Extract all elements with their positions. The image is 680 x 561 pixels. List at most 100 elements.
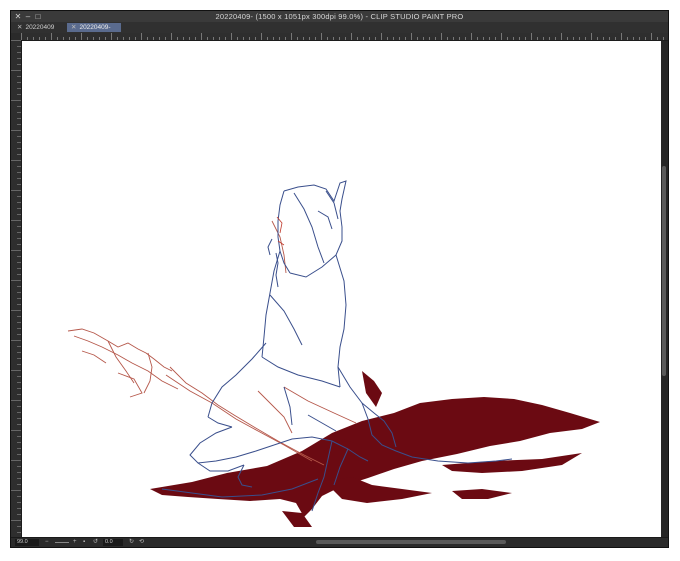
ruler-tick — [17, 286, 21, 287]
ruler-tick — [17, 484, 21, 485]
ruler-tick — [141, 33, 142, 40]
ruler-tick — [507, 37, 508, 40]
document-tab-bar: ✕ 20220409 ✕ 20220409- — [11, 22, 668, 33]
ruler-tick — [17, 472, 21, 473]
ruler-tick — [111, 33, 112, 40]
tab-document-1[interactable]: ✕ 20220409 — [13, 23, 65, 32]
ruler-tick — [93, 37, 94, 40]
ruler-tick — [17, 208, 21, 209]
ruler-tick — [17, 118, 21, 119]
zoom-out-icon[interactable]: − — [45, 538, 49, 547]
ruler-tick — [17, 502, 21, 503]
status-bar: 99.0 − + ▪ ↺ 0.0 ↻ ⟲ — [11, 537, 668, 547]
ruler-tick — [17, 88, 21, 89]
reset-icon[interactable]: ⟲ — [139, 538, 144, 547]
ruler-tick — [17, 214, 21, 215]
ruler-tick — [519, 37, 520, 40]
ruler-tick — [531, 33, 532, 40]
fit-icon[interactable]: ▪ — [83, 538, 85, 547]
ruler-tick — [17, 412, 21, 413]
ruler-tick — [17, 334, 21, 335]
close-icon[interactable]: ✕ — [17, 24, 22, 31]
ruler-tick — [255, 37, 256, 40]
ruler-tick — [429, 37, 430, 40]
ruler-tick — [17, 424, 21, 425]
ruler-tick — [573, 37, 574, 40]
ruler-tick — [405, 37, 406, 40]
ruler-tick — [87, 37, 88, 40]
ruler-tick — [11, 160, 21, 161]
ruler-tick — [17, 304, 21, 305]
window-title: 20220409- (1500 x 1051px 300dpi 99.0%) -… — [215, 12, 464, 21]
ruler-tick — [615, 37, 616, 40]
ruler-tick — [69, 37, 70, 40]
ruler-tick — [411, 33, 412, 40]
ruler-tick — [129, 37, 130, 40]
ruler-tick — [399, 37, 400, 40]
close-icon[interactable]: ✕ — [71, 24, 76, 31]
ruler-tick — [17, 442, 21, 443]
ruler-tick — [17, 148, 21, 149]
ruler-tick — [561, 33, 562, 40]
ruler-tick — [11, 130, 21, 131]
vertical-scrollbar[interactable] — [661, 41, 668, 540]
ruler-tick — [17, 316, 21, 317]
ruler-tick — [357, 37, 358, 40]
ruler-tick — [17, 52, 21, 53]
ruler-tick — [657, 37, 658, 40]
ruler-tick — [17, 256, 21, 257]
ruler-tick — [537, 37, 538, 40]
ruler-tick — [17, 94, 21, 95]
ruler-tick — [17, 142, 21, 143]
ruler-tick — [387, 37, 388, 40]
ruler-tick — [453, 37, 454, 40]
ruler-tick — [495, 37, 496, 40]
ruler-tick — [17, 226, 21, 227]
ruler-tick — [525, 37, 526, 40]
ruler-tick — [159, 37, 160, 40]
ruler-tick — [225, 37, 226, 40]
ruler-tick — [17, 478, 21, 479]
ruler-tick — [135, 37, 136, 40]
ruler-tick — [33, 37, 34, 40]
ruler-tick — [321, 33, 322, 40]
ruler-tick — [459, 37, 460, 40]
ruler-tick — [81, 33, 82, 40]
title-bar: ✕ – □ 20220409- (1500 x 1051px 300dpi 99… — [11, 11, 668, 22]
zoom-slider[interactable] — [55, 542, 69, 543]
ruler-tick — [597, 37, 598, 40]
zoom-in-icon[interactable]: + — [73, 538, 77, 547]
ruler-tick — [483, 37, 484, 40]
ruler-tick — [393, 37, 394, 40]
ruler-tick — [11, 400, 21, 401]
tab-document-2[interactable]: ✕ 20220409- — [67, 23, 121, 32]
ruler-tick — [351, 33, 352, 40]
rotation-field[interactable]: 0.0 — [103, 539, 123, 546]
rotate-right-icon[interactable]: ↻ — [129, 538, 134, 547]
drawing-canvas[interactable] — [22, 41, 661, 540]
ruler-tick — [17, 112, 21, 113]
ruler-tick — [375, 37, 376, 40]
ruler-tick — [513, 37, 514, 40]
zoom-level-field[interactable]: 99.0 — [15, 539, 39, 546]
ruler-tick — [663, 37, 664, 40]
ruler-tick — [17, 82, 21, 83]
ruler-tick — [75, 37, 76, 40]
ruler-tick — [17, 436, 21, 437]
ruler-tick — [549, 37, 550, 40]
ruler-tick — [17, 394, 21, 395]
ruler-tick — [207, 37, 208, 40]
vertical-scroll-thumb[interactable] — [662, 166, 666, 376]
ruler-tick — [17, 172, 21, 173]
ruler-tick — [17, 58, 21, 59]
ruler-tick — [11, 250, 21, 251]
ruler-tick — [543, 37, 544, 40]
horizontal-scroll-thumb[interactable] — [316, 540, 506, 544]
ruler-tick — [219, 37, 220, 40]
ruler-tick — [231, 33, 232, 40]
rotate-left-icon[interactable]: ↺ — [93, 538, 98, 547]
ruler-tick — [213, 37, 214, 40]
ruler-tick — [291, 33, 292, 40]
ruler-tick — [567, 37, 568, 40]
ruler-tick — [627, 37, 628, 40]
